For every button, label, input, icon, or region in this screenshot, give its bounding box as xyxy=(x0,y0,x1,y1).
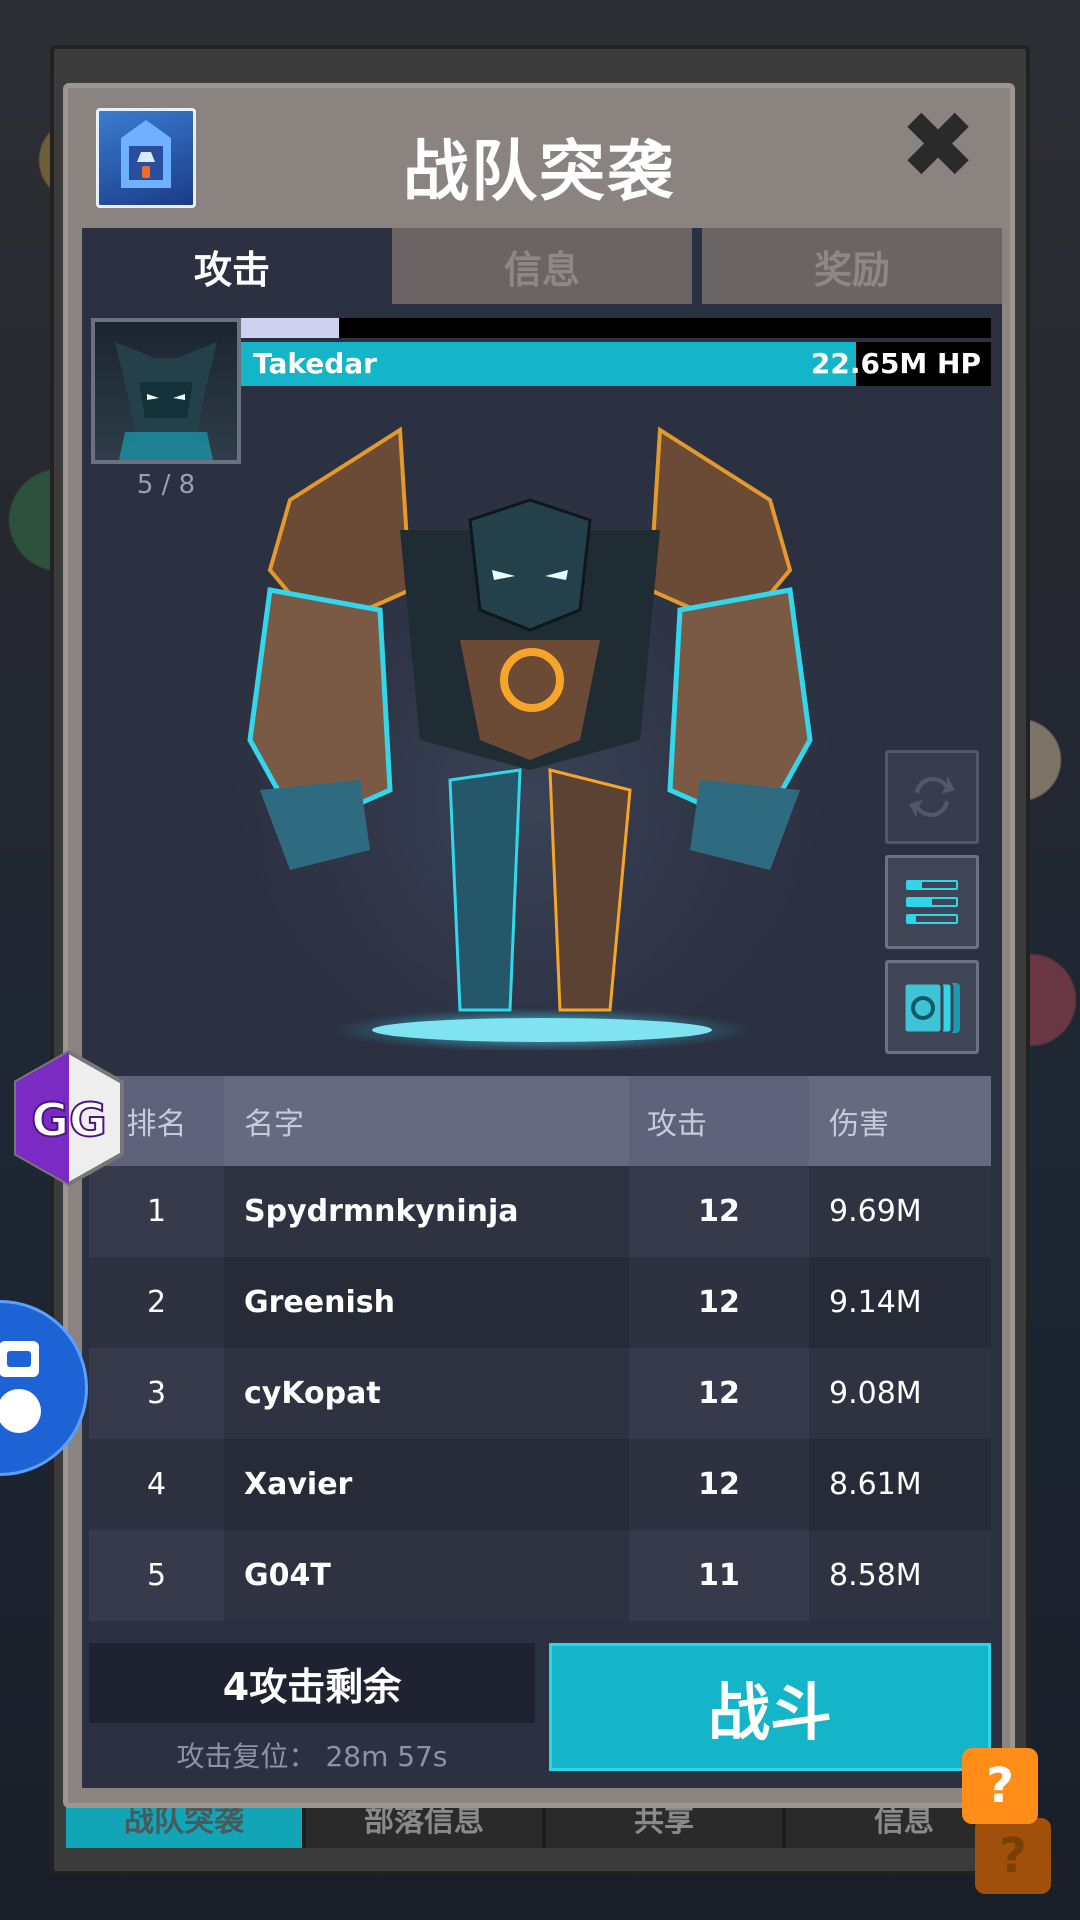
help-button[interactable]: ? xyxy=(962,1748,1038,1824)
boss-progress-count: 5 / 8 xyxy=(136,470,196,500)
row-name: G04T xyxy=(224,1530,629,1621)
refresh-button[interactable] xyxy=(885,750,979,844)
row-attacks: 12 xyxy=(698,1467,740,1502)
dialog-title: 战队突袭 xyxy=(403,133,675,210)
refresh-icon xyxy=(909,776,955,818)
list-icon xyxy=(906,880,958,924)
boss-stage-bar xyxy=(241,318,991,338)
row-rank: 5 xyxy=(146,1558,167,1593)
row-damage: 9.14M xyxy=(809,1257,991,1348)
reset-time: 28m 57s xyxy=(325,1740,448,1773)
boss-portrait[interactable] xyxy=(91,318,241,464)
row-damage: 8.61M xyxy=(809,1439,991,1530)
row-attacks: 12 xyxy=(698,1376,740,1411)
boss-illustration xyxy=(230,420,830,1050)
row-name: Xavier xyxy=(224,1439,629,1530)
row-attacks: 11 xyxy=(698,1558,740,1593)
card-deck-button[interactable] xyxy=(885,960,979,1054)
row-name: Spydrmnkyninja xyxy=(224,1166,629,1257)
table-header: 排名 名字 攻击 伤害 xyxy=(89,1076,991,1166)
attack-reset-timer: 攻击复位： 28m 57s xyxy=(89,1735,535,1775)
boss-hp-bar: Takedar 22.65M HP xyxy=(241,342,991,386)
tab-attack[interactable]: 攻击 xyxy=(82,228,382,304)
tab-rewards[interactable]: 奖励 xyxy=(702,228,1002,304)
table-row[interactable]: 1 Spydrmnkyninja 12 9.69M xyxy=(89,1166,991,1257)
help-button-secondary[interactable]: ? xyxy=(975,1818,1051,1894)
boss-face-icon xyxy=(115,342,217,460)
dialog-tabs: 攻击 信息 奖励 xyxy=(82,228,1002,304)
row-name: Greenish xyxy=(224,1257,629,1348)
boss-name: Takedar xyxy=(253,347,377,380)
damage-ranking-table: 排名 名字 攻击 伤害 1 Spydrmnkyninja 12 9.69M 2 … xyxy=(89,1076,991,1621)
row-attacks: 12 xyxy=(698,1285,740,1320)
cards-icon xyxy=(902,981,960,1035)
close-icon[interactable]: ✖ xyxy=(898,100,978,192)
row-rank: 3 xyxy=(146,1376,167,1411)
robot-icon xyxy=(0,1341,41,1433)
table-row[interactable]: 4 Xavier 12 8.61M xyxy=(89,1439,991,1530)
row-damage: 8.58M xyxy=(809,1530,991,1621)
header-damage[interactable]: 伤害 xyxy=(809,1076,991,1166)
row-damage: 9.69M xyxy=(809,1166,991,1257)
row-rank: 4 xyxy=(146,1467,167,1502)
boss-hp-value: 22.65M HP xyxy=(810,347,981,380)
boss-stage-fill xyxy=(241,318,339,338)
row-rank: 2 xyxy=(146,1285,167,1320)
attacks-remaining: 4攻击剩余 xyxy=(89,1643,535,1723)
header-attacks[interactable]: 攻击 xyxy=(629,1076,809,1166)
reset-label: 攻击复位： xyxy=(176,1740,317,1773)
header-name[interactable]: 名字 xyxy=(224,1076,629,1166)
tab-info[interactable]: 信息 xyxy=(392,228,692,304)
list-view-button[interactable] xyxy=(885,855,979,949)
row-attacks: 12 xyxy=(698,1194,740,1229)
table-row[interactable]: 2 Greenish 12 9.14M xyxy=(89,1257,991,1348)
table-row[interactable]: 3 cyKopat 12 9.08M xyxy=(89,1348,991,1439)
gameguardian-label: GG xyxy=(31,1093,107,1147)
fight-button[interactable]: 战斗 xyxy=(549,1643,991,1771)
table-row[interactable]: 5 G04T 11 8.58M xyxy=(89,1530,991,1621)
gameguardian-icon[interactable]: GG xyxy=(10,1048,128,1188)
row-name: cyKopat xyxy=(224,1348,629,1439)
row-damage: 9.08M xyxy=(809,1348,991,1439)
